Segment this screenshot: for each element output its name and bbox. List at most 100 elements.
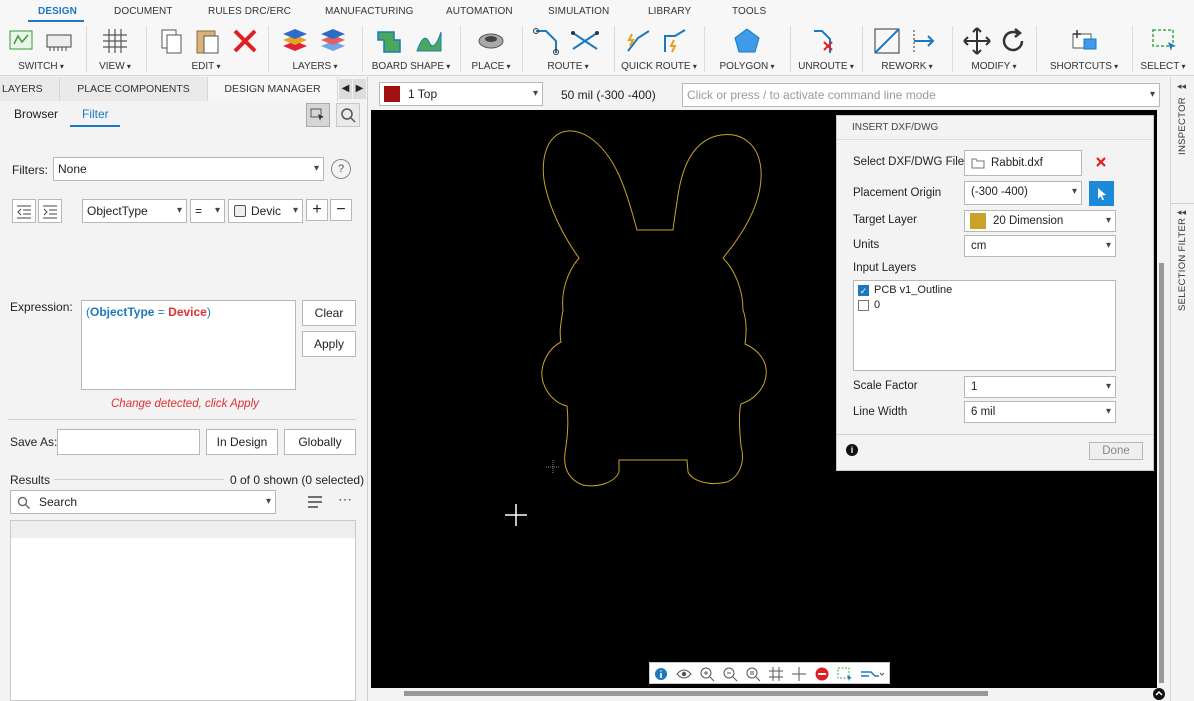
quick-route-group[interactable]: QUICK ROUTE <box>620 22 698 76</box>
file-picker[interactable]: Rabbit.dxf <box>964 150 1082 176</box>
tab-design[interactable]: DESIGN <box>38 6 77 17</box>
tab-simulation[interactable]: SIMULATION <box>548 6 609 17</box>
condition-value-dropdown[interactable]: Devic <box>228 199 303 223</box>
active-layer-text: 1 Top <box>408 87 438 101</box>
checkbox-checked-icon[interactable]: ✓ <box>858 285 869 296</box>
expression-textarea[interactable]: (ObjectType = Device) <box>81 300 296 390</box>
target-layer-dropdown[interactable]: 20 Dimension <box>964 210 1116 232</box>
placement-origin-dropdown[interactable]: (-300 -400) <box>964 181 1082 205</box>
inspector-tab[interactable]: INSPECTOR <box>1177 97 1188 155</box>
tab-rules[interactable]: RULES DRC/ERC <box>208 6 291 17</box>
horizontal-scrollbar[interactable] <box>404 691 988 696</box>
modify-group[interactable]: MODIFY <box>958 22 1030 76</box>
layers-group[interactable]: LAYERS <box>274 22 356 76</box>
panel-tab-layers[interactable]: LAYERS <box>0 77 60 101</box>
save-as-input[interactable] <box>57 429 200 455</box>
via-icon <box>478 33 504 49</box>
tab-automation[interactable]: AUTOMATION <box>446 6 513 17</box>
edit-group[interactable]: EDIT <box>152 22 260 76</box>
expand-conditions-button[interactable] <box>38 199 62 223</box>
pick-origin-button[interactable] <box>1089 181 1114 206</box>
collapse-inspector-icon[interactable]: ◂◂ <box>1177 81 1186 92</box>
tab-tools[interactable]: TOOLS <box>732 6 766 17</box>
canvas-corner-icon[interactable] <box>1152 687 1166 701</box>
remove-condition-button[interactable]: − <box>330 199 352 221</box>
right-side-panels: ◂◂ INSPECTOR ◂◂ SELECTION FILTER <box>1170 77 1194 701</box>
board-icon <box>46 34 72 51</box>
collapse-selection-filter-icon[interactable]: ◂◂ <box>1177 207 1186 218</box>
tab-manufacturing[interactable]: MANUFACTURING <box>325 6 414 17</box>
crosshair-icon[interactable] <box>790 665 808 683</box>
done-button[interactable]: Done <box>1089 442 1143 460</box>
command-line-input[interactable]: Click or press / to activate command lin… <box>682 83 1160 107</box>
list-options-icon[interactable] <box>306 493 324 511</box>
results-list[interactable] <box>10 520 356 701</box>
collapse-conditions-button[interactable] <box>12 199 36 223</box>
panel-tab-place-components[interactable]: PLACE COMPONENTS <box>60 77 208 101</box>
zoom-out-icon[interactable] <box>721 665 739 683</box>
info-icon[interactable] <box>652 665 670 683</box>
clear-file-icon[interactable] <box>1095 156 1107 168</box>
pick-select-button[interactable] <box>306 103 330 127</box>
edit-label: EDIT <box>152 61 260 72</box>
multi-route-icon <box>571 31 599 50</box>
results-search-dropdown[interactable]: Search <box>10 490 276 514</box>
panel-scroll-left-icon[interactable]: ◀ <box>339 79 352 99</box>
more-options-icon[interactable]: ⋯ <box>338 491 352 508</box>
selection-box-icon[interactable] <box>836 665 854 683</box>
panel-scroll-right-icon[interactable]: ▶ <box>353 79 366 99</box>
filters-help-icon[interactable]: ? <box>331 159 351 179</box>
info-icon[interactable]: i <box>846 444 858 456</box>
crosshair-cursor <box>505 504 527 526</box>
rework-group[interactable]: REWORK <box>868 22 946 76</box>
view-group[interactable]: VIEW <box>92 22 138 76</box>
shortcuts-icon <box>1072 30 1097 50</box>
place-group[interactable]: PLACE <box>466 22 516 76</box>
add-condition-button[interactable]: + <box>306 199 328 221</box>
divider <box>8 419 356 420</box>
zoom-in-icon[interactable] <box>698 665 716 683</box>
tab-library[interactable]: LIBRARY <box>648 6 691 17</box>
board-shape-group[interactable]: BOARD SHAPE <box>368 22 454 76</box>
filters-dropdown[interactable]: None <box>53 157 324 181</box>
select-group[interactable]: SELECT <box>1138 22 1188 76</box>
schematic-icon <box>9 30 33 50</box>
line-width-dropdown[interactable]: 6 mil <box>964 401 1116 423</box>
subtab-browser[interactable]: Browser <box>14 107 58 121</box>
ribbon-divider <box>460 26 461 72</box>
switch-group[interactable]: SWITCH <box>4 22 78 76</box>
eye-icon[interactable] <box>675 665 693 683</box>
condition-field-dropdown[interactable]: ObjectType <box>82 199 187 223</box>
shortcuts-group[interactable]: SHORTCUTS <box>1042 22 1126 76</box>
scale-factor-input[interactable]: 1 <box>964 376 1116 398</box>
quick-route-icon <box>627 30 650 52</box>
units-dropdown[interactable]: cm <box>964 235 1116 257</box>
zoom-filter-button[interactable] <box>336 103 360 127</box>
routing-options-icon[interactable] <box>859 665 885 683</box>
clear-button[interactable]: Clear <box>302 300 356 326</box>
in-design-button[interactable]: In Design <box>206 429 278 455</box>
apply-button[interactable]: Apply <box>302 331 356 357</box>
stop-icon[interactable] <box>813 665 831 683</box>
divider <box>837 434 1153 435</box>
polygon-group[interactable]: POLYGON <box>710 22 784 76</box>
globally-button[interactable]: Globally <box>284 429 356 455</box>
subtab-filter[interactable]: Filter <box>82 107 109 121</box>
unroute-group[interactable]: UNROUTE <box>796 22 856 76</box>
line-width-label: Line Width <box>853 406 908 418</box>
vertical-scrollbar[interactable] <box>1159 263 1164 683</box>
input-layer-name: PCB v1_Outline <box>874 284 953 296</box>
magnify-icon <box>341 108 356 123</box>
selection-filter-tab[interactable]: SELECTION FILTER <box>1177 218 1188 311</box>
condition-operator-dropdown[interactable]: = <box>190 199 225 223</box>
input-layers-list[interactable]: ✓ PCB v1_Outline 0 <box>853 280 1116 371</box>
folder-icon <box>971 158 985 169</box>
active-layer-dropdown[interactable]: 1 Top <box>379 82 543 106</box>
route-group[interactable]: ROUTE <box>528 22 608 76</box>
panel-tab-design-manager[interactable]: DESIGN MANAGER <box>208 77 338 101</box>
checkbox-unchecked-icon[interactable] <box>858 300 869 311</box>
grid-toggle-icon[interactable] <box>767 665 785 683</box>
zoom-fit-icon[interactable] <box>744 665 762 683</box>
tab-document[interactable]: DOCUMENT <box>114 6 173 17</box>
rework-label: REWORK <box>868 61 946 72</box>
